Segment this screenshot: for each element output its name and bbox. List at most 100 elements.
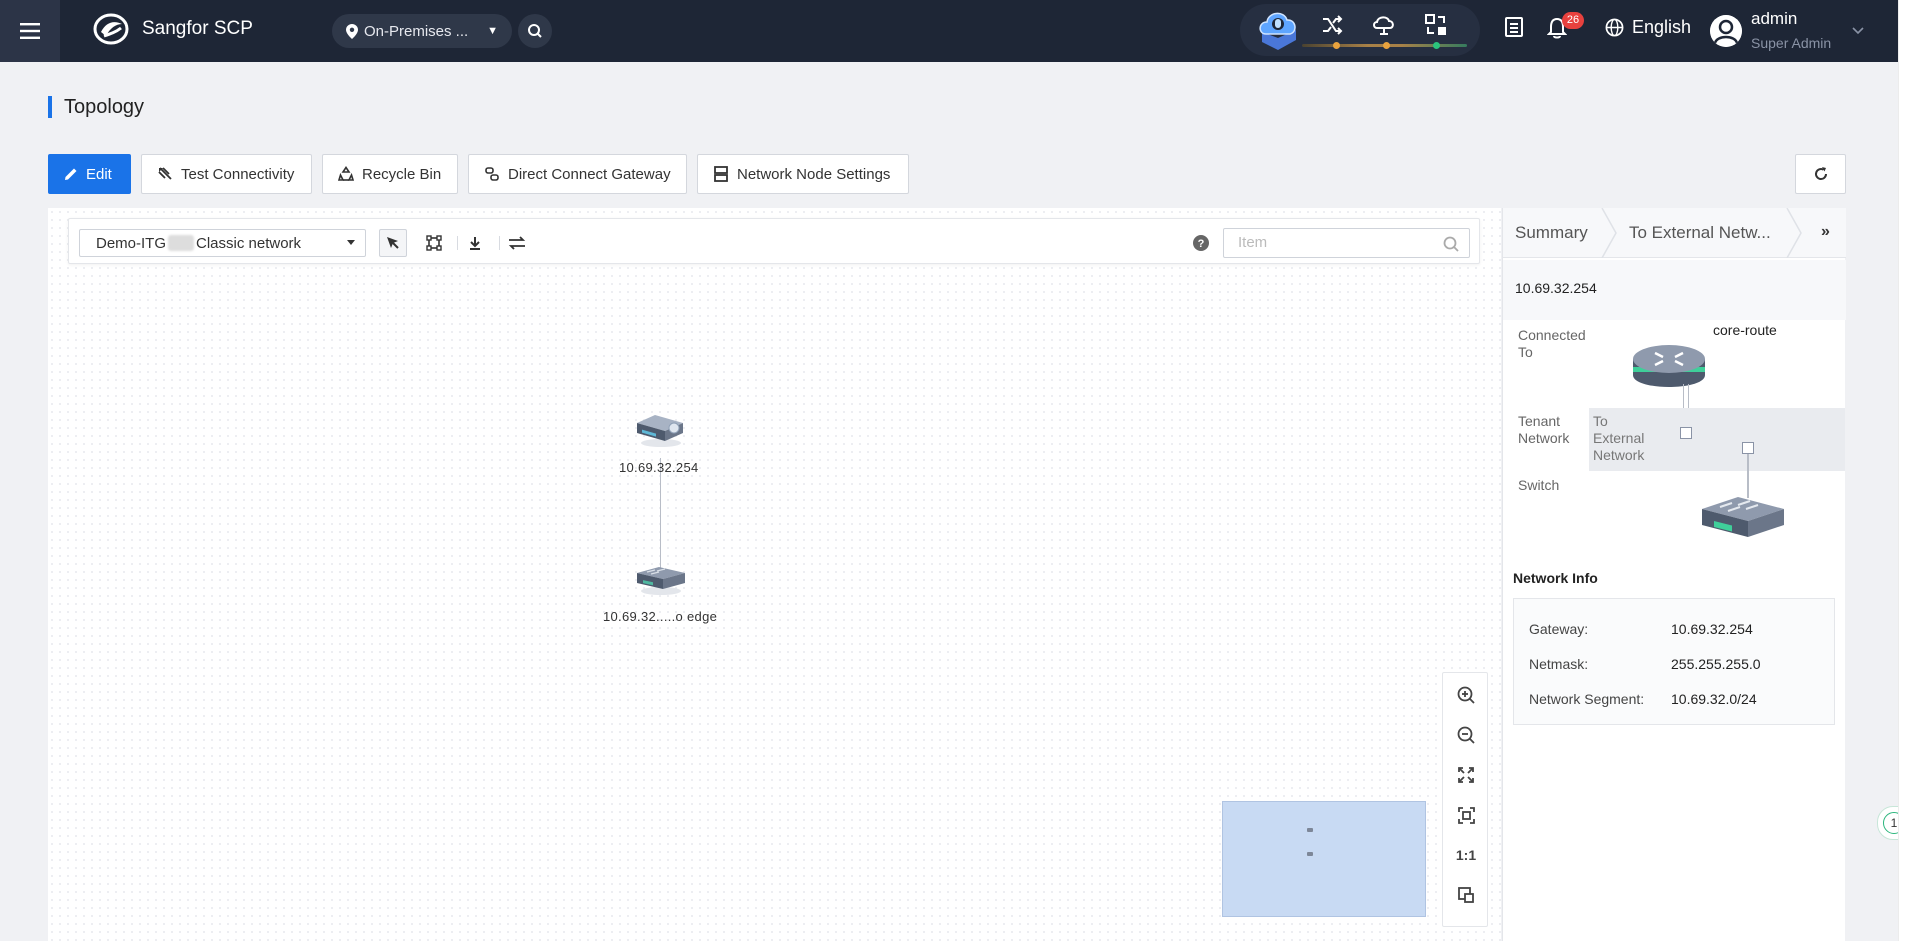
canvas-toolbar: Demo-ITG Classic network ? Item bbox=[68, 218, 1480, 264]
double-chevron-right-icon[interactable]: » bbox=[1821, 223, 1830, 241]
minimap[interactable] bbox=[1222, 801, 1426, 917]
node-label: 10.69.32.254 bbox=[619, 460, 699, 475]
search-icon bbox=[1443, 236, 1459, 252]
page-title: Topology bbox=[48, 96, 144, 118]
task-list-icon[interactable] bbox=[1505, 17, 1523, 37]
notification-count-badge: 26 bbox=[1562, 12, 1584, 29]
edit-button-label: Edit bbox=[86, 165, 112, 183]
zoom-out-icon[interactable] bbox=[1443, 715, 1489, 755]
toolbar-divider bbox=[457, 236, 458, 250]
test-connectivity-button[interactable]: Test Connectivity bbox=[141, 154, 312, 194]
pencil-icon bbox=[65, 168, 77, 180]
minimap-node bbox=[1307, 828, 1313, 832]
chevron-down-icon[interactable] bbox=[1852, 22, 1864, 40]
swap-layout-icon[interactable] bbox=[503, 229, 531, 257]
quick-access-widget bbox=[1240, 4, 1480, 56]
tenant-network-label: Tenant Network bbox=[1518, 413, 1570, 446]
box-select-icon[interactable] bbox=[420, 229, 448, 257]
brand-logo[interactable]: Sangfor SCP bbox=[92, 12, 253, 46]
direct-connect-gateway-button[interactable]: Direct Connect Gateway bbox=[468, 154, 687, 194]
tab-summary[interactable]: Summary bbox=[1515, 223, 1588, 243]
shuffle-icon[interactable] bbox=[1318, 12, 1346, 38]
cloud-monitor-icon[interactable] bbox=[1370, 12, 1398, 38]
page-scrollbar[interactable] bbox=[1898, 0, 1917, 941]
core-router-icon bbox=[1633, 345, 1705, 387]
node-label: 10.69.32.....o edge bbox=[603, 609, 718, 624]
details-panel: Summary To External Netw... » 10.69.32.2… bbox=[1502, 208, 1846, 941]
refresh-button[interactable] bbox=[1795, 154, 1846, 194]
network-node-settings-label: Network Node Settings bbox=[737, 165, 891, 183]
gateway-label: Gateway: bbox=[1529, 621, 1589, 637]
recycle-bin-label: Recycle Bin bbox=[362, 165, 442, 183]
network-info-title: Network Info bbox=[1513, 570, 1598, 586]
breadcrumb-chevron-icon bbox=[1786, 208, 1802, 258]
port-square bbox=[1680, 427, 1692, 439]
network-info-box: Gateway: 10.69.32.254 Netmask: 255.255.2… bbox=[1513, 598, 1835, 725]
svg-text:?: ? bbox=[1198, 238, 1205, 250]
selected-ip-text: 10.69.32.254 bbox=[1515, 280, 1597, 296]
caret-down-icon bbox=[347, 240, 355, 245]
direct-connect-gateway-label: Direct Connect Gateway bbox=[508, 165, 671, 183]
breadcrumb-chevron-icon bbox=[1601, 208, 1617, 258]
select-pointer-icon[interactable] bbox=[379, 229, 407, 257]
network-segment-value: 10.69.32.0/24 bbox=[1671, 691, 1757, 707]
port-square bbox=[1742, 442, 1754, 454]
zoom-in-icon[interactable] bbox=[1443, 675, 1489, 715]
refresh-icon bbox=[1814, 167, 1827, 180]
topology-canvas[interactable]: Demo-ITG Classic network ? Item 10.69.32… bbox=[48, 208, 1501, 941]
netmask-label: Netmask: bbox=[1529, 656, 1589, 672]
gateway-link-icon bbox=[485, 167, 499, 181]
user-role: Super Admin bbox=[1751, 35, 1832, 51]
selected-node-ip: 10.69.32.254 bbox=[1503, 260, 1846, 320]
test-connectivity-label: Test Connectivity bbox=[181, 165, 295, 183]
status-dot-warning bbox=[1383, 42, 1390, 49]
actual-size-button[interactable]: 1:1 bbox=[1443, 835, 1489, 875]
sangfor-logo-icon bbox=[93, 13, 129, 45]
toolbar-divider bbox=[499, 236, 500, 250]
region-search-icon[interactable] bbox=[518, 14, 552, 48]
cloud-assistant-icon[interactable] bbox=[1248, 6, 1308, 56]
language-selector[interactable]: English bbox=[1605, 17, 1691, 38]
network-select-suffix: Classic network bbox=[196, 234, 302, 252]
transfer-icon[interactable] bbox=[1422, 12, 1450, 38]
edit-button[interactable]: Edit bbox=[48, 154, 131, 194]
region-selector[interactable]: On-Premises ... ▼ bbox=[332, 14, 512, 48]
location-pin-icon bbox=[346, 23, 358, 39]
item-search-placeholder: Item bbox=[1238, 234, 1268, 251]
recycle-icon bbox=[338, 166, 354, 181]
network-node-settings-button[interactable]: Network Node Settings bbox=[697, 154, 909, 194]
fullscreen-icon[interactable] bbox=[1443, 755, 1489, 795]
tab-to-external-network[interactable]: To External Netw... bbox=[1629, 223, 1771, 243]
status-dot-warning bbox=[1333, 42, 1340, 49]
status-dot-ok bbox=[1433, 42, 1440, 49]
server-stack-icon bbox=[714, 166, 728, 182]
minimap-toggle-icon[interactable] bbox=[1443, 875, 1489, 915]
brand-name: Sangfor SCP bbox=[142, 18, 253, 39]
network-selector[interactable]: Demo-ITG Classic network bbox=[79, 229, 366, 257]
hamburger-menu-icon[interactable] bbox=[0, 0, 60, 62]
switch-device-icon bbox=[1702, 497, 1784, 537]
caret-down-icon: ▼ bbox=[487, 25, 498, 37]
globe-icon bbox=[1605, 18, 1624, 37]
connected-to-label: Connected To bbox=[1518, 327, 1586, 360]
redacted-text bbox=[168, 235, 195, 251]
help-icon[interactable]: ? bbox=[1193, 235, 1209, 256]
download-icon[interactable] bbox=[461, 229, 489, 257]
item-search-input[interactable]: Item bbox=[1223, 228, 1470, 258]
switch-label: Switch bbox=[1518, 477, 1560, 493]
router-node-icon[interactable] bbox=[633, 409, 689, 449]
fit-view-icon[interactable] bbox=[1443, 795, 1489, 835]
switch-node-icon[interactable] bbox=[633, 561, 689, 597]
user-name[interactable]: admin bbox=[1751, 9, 1797, 29]
netmask-value: 255.255.255.0 bbox=[1671, 656, 1761, 672]
recycle-bin-button[interactable]: Recycle Bin bbox=[322, 154, 458, 194]
language-label: English bbox=[1632, 17, 1692, 37]
region-label: On-Premises ... bbox=[364, 22, 469, 40]
user-avatar[interactable] bbox=[1710, 15, 1742, 47]
minimap-node bbox=[1307, 852, 1313, 856]
tenant-network-value: To External Network bbox=[1593, 413, 1645, 463]
network-segment-label: Network Segment: bbox=[1529, 691, 1645, 707]
connectivity-icon bbox=[158, 167, 172, 180]
details-breadcrumb-tabs: Summary To External Netw... » bbox=[1503, 208, 1846, 258]
zoom-controls: 1:1 bbox=[1442, 672, 1488, 927]
